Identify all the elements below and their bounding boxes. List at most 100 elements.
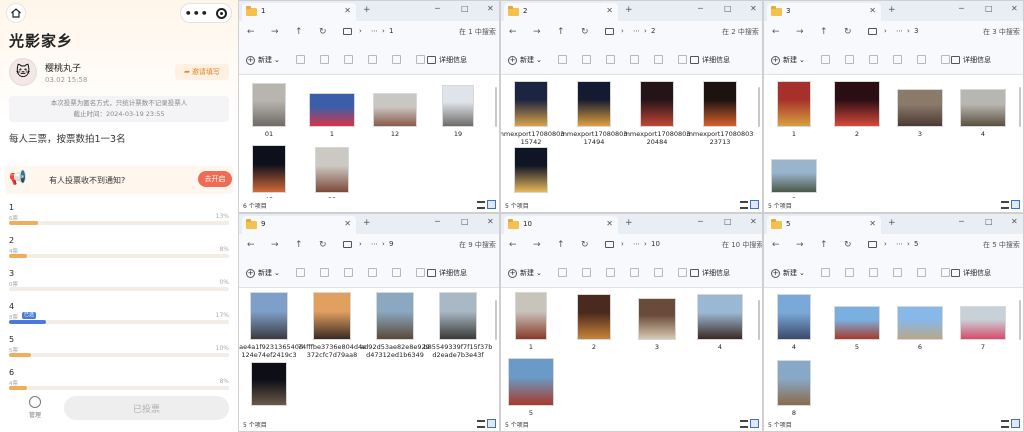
tab-folder-2[interactable]: 2 ✕ <box>504 3 618 21</box>
details-view-icon[interactable] <box>740 201 748 209</box>
copy-icon[interactable] <box>582 55 591 64</box>
file-item[interactable]: 0ae4a1f923136540d124e74ef2419c3 <box>239 292 304 359</box>
details-button[interactable]: 详细信息 <box>427 55 467 65</box>
minimize-icon[interactable]: ─ <box>959 4 964 13</box>
copy-icon[interactable] <box>320 55 329 64</box>
back-icon[interactable]: ← <box>247 27 255 37</box>
tab-folder-9[interactable]: 9 ✕ <box>242 216 356 234</box>
file-item[interactable]: 12 <box>360 79 430 138</box>
up-icon[interactable]: ↑ <box>295 27 303 37</box>
tab-folder-10[interactable]: 10 ✕ <box>504 216 618 234</box>
paste-icon[interactable] <box>344 268 353 277</box>
poll-option[interactable]: 1 6票 13% <box>9 203 229 236</box>
details-view-icon[interactable] <box>477 420 485 428</box>
rename-icon[interactable] <box>893 268 902 277</box>
forward-icon[interactable]: → <box>271 240 279 250</box>
file-item[interactable]: mmexport1708080323713 <box>685 79 755 146</box>
share-icon[interactable] <box>917 268 926 277</box>
search-box[interactable]: 在 5 中搜索 <box>983 240 1020 250</box>
tab-close-icon[interactable]: ✕ <box>869 6 876 15</box>
file-item[interactable]: 2 <box>822 79 892 138</box>
paste-icon[interactable] <box>606 55 615 64</box>
new-tab-icon[interactable]: + <box>888 5 896 15</box>
copy-icon[interactable] <box>845 55 854 64</box>
maximize-icon[interactable]: □ <box>985 4 993 13</box>
new-tab-icon[interactable]: + <box>625 218 633 228</box>
share-icon[interactable] <box>392 268 401 277</box>
new-button[interactable]: + 新建 ⌄ <box>771 268 805 278</box>
forward-icon[interactable]: → <box>796 27 804 37</box>
cut-icon[interactable] <box>821 268 830 277</box>
details-view-icon[interactable] <box>477 201 485 209</box>
cut-icon[interactable] <box>558 268 567 277</box>
copy-icon[interactable] <box>320 268 329 277</box>
maximize-icon[interactable]: □ <box>724 217 732 226</box>
file-item[interactable]: b85549339f7f15f37bd2eade7b3e43f <box>423 292 493 359</box>
new-button[interactable]: + 新建 ⌄ <box>508 268 542 278</box>
vertical-scrollbar[interactable] <box>495 300 497 340</box>
tab-folder-1[interactable]: 1 ✕ <box>242 3 356 21</box>
file-item[interactable] <box>501 145 566 193</box>
maximize-icon[interactable]: □ <box>724 4 732 13</box>
file-item[interactable] <box>239 358 304 406</box>
minimize-icon[interactable]: ─ <box>435 217 440 226</box>
details-button[interactable]: 详细信息 <box>951 268 991 278</box>
tab-close-icon[interactable]: ✕ <box>344 219 351 228</box>
delete-icon[interactable] <box>941 268 950 277</box>
breadcrumb-more-icon[interactable]: ⋯ <box>896 240 903 248</box>
breadcrumb-folder[interactable]: 3 <box>914 27 918 35</box>
new-button[interactable]: + 新建 ⌄ <box>508 55 542 65</box>
tab-close-icon[interactable]: ✕ <box>869 219 876 228</box>
cut-icon[interactable] <box>821 55 830 64</box>
file-item[interactable]: mmexport1708080320484 <box>622 79 692 146</box>
copy-icon[interactable] <box>845 268 854 277</box>
details-button[interactable]: 详细信息 <box>690 55 730 65</box>
file-item[interactable]: 01 <box>239 79 304 138</box>
poll-option[interactable]: 4 8票 已选 17% <box>9 302 229 335</box>
tab-folder-3[interactable]: 3 ✕ <box>767 3 881 21</box>
rename-icon[interactable] <box>893 55 902 64</box>
file-item[interactable]: 7 <box>948 292 1018 351</box>
tab-close-icon[interactable]: ✕ <box>606 6 613 15</box>
refresh-icon[interactable]: ↻ <box>581 240 589 250</box>
manage-button[interactable]: 管理 <box>26 396 44 419</box>
forward-icon[interactable]: → <box>796 240 804 250</box>
close-window-icon[interactable]: ✕ <box>487 217 494 226</box>
minimize-icon[interactable]: ─ <box>959 217 964 226</box>
breadcrumb-more-icon[interactable]: ⋯ <box>371 240 378 248</box>
close-window-icon[interactable]: ✕ <box>750 4 757 13</box>
file-item[interactable]: 1 <box>501 292 566 351</box>
avatar[interactable]: 🐱 <box>9 58 37 86</box>
breadcrumb-more-icon[interactable]: ⋯ <box>633 27 640 35</box>
minimize-icon[interactable]: ─ <box>698 217 703 226</box>
back-icon[interactable]: ← <box>509 27 517 37</box>
cut-icon[interactable] <box>296 268 305 277</box>
delete-icon[interactable] <box>941 55 950 64</box>
new-tab-icon[interactable]: + <box>888 218 896 228</box>
new-tab-icon[interactable]: + <box>363 5 371 15</box>
file-item[interactable]: 19 <box>423 79 493 138</box>
details-button[interactable]: 详细信息 <box>690 268 730 278</box>
breadcrumb-more-icon[interactable]: ⋯ <box>896 27 903 35</box>
share-icon[interactable] <box>917 55 926 64</box>
breadcrumb-folder[interactable]: 10 <box>651 240 660 248</box>
new-button[interactable]: + 新建 ⌄ <box>246 268 280 278</box>
vertical-scrollbar[interactable] <box>1019 87 1021 127</box>
home-icon[interactable] <box>6 3 26 23</box>
back-icon[interactable]: ← <box>509 240 517 250</box>
refresh-icon[interactable]: ↻ <box>319 240 327 250</box>
maximize-icon[interactable]: □ <box>985 217 993 226</box>
poll-option[interactable]: 3 0票 0% <box>9 269 229 302</box>
forward-icon[interactable]: → <box>533 27 541 37</box>
close-window-icon[interactable]: ✕ <box>1011 217 1018 226</box>
computer-icon[interactable] <box>343 241 352 248</box>
close-mini-program-icon[interactable] <box>216 7 228 19</box>
back-icon[interactable]: ← <box>247 240 255 250</box>
share-icon[interactable] <box>392 55 401 64</box>
computer-icon[interactable] <box>868 241 877 248</box>
thumbnail-view-icon[interactable] <box>487 200 496 209</box>
breadcrumb-folder[interactable]: 2 <box>651 27 655 35</box>
delete-icon[interactable] <box>678 268 687 277</box>
search-box[interactable]: 在 1 中搜索 <box>459 27 496 37</box>
rename-icon[interactable] <box>630 55 639 64</box>
